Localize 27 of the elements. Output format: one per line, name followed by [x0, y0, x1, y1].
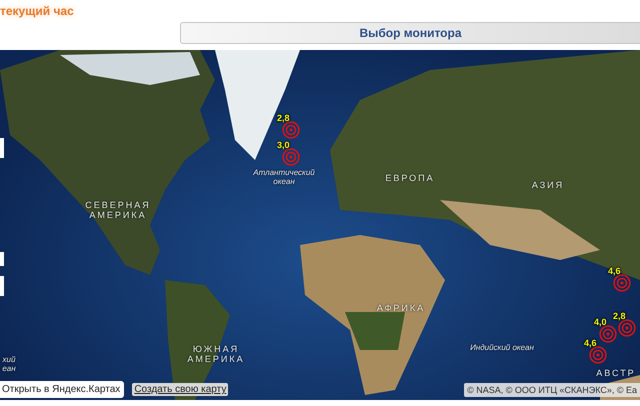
open-in-maps-button[interactable]: Открыть в Яндекс.Картах — [0, 381, 124, 398]
ocean-label: Индийский океан — [469, 343, 535, 352]
earthquake-marker-icon[interactable] — [282, 121, 300, 139]
magnitude-label: 3,0 — [277, 140, 290, 150]
monitor-select-button[interactable]: Выбор монитора — [180, 22, 640, 44]
earthquake-marker-icon[interactable] — [599, 325, 617, 343]
ocean-label: Атлантический океан — [252, 168, 316, 186]
continent-label: АВСТР — [595, 368, 637, 378]
continent-label: АФРИКА — [376, 303, 426, 314]
magnitude-label: 2,8 — [277, 113, 290, 123]
continent-label: АЗИЯ — [530, 180, 566, 190]
magnitude-label: 4,0 — [594, 317, 607, 327]
earthquake-marker-icon[interactable] — [618, 319, 636, 337]
ocean-label: хий еан — [1, 355, 17, 374]
earthquake-marker-icon[interactable] — [613, 274, 631, 292]
magnitude-label: 2,8 — [613, 311, 626, 321]
create-map-link[interactable]: Создать свою карту — [132, 383, 228, 396]
magnitude-label: 4,6 — [608, 266, 621, 276]
earthquake-marker-icon[interactable] — [589, 346, 607, 364]
satellite-map[interactable]: СЕВЕРНАЯ АМЕРИКА Атлантический океан ЕВРОПА АЗИЯ АФРИКА ЮЖНАЯ АМЕРИКА Индийский океан хий еан АВСТР 2,8 3,0 4,6 4,0 2,8 4,6 Открыть в Яндекс.Картах Создать свою карту © NASA, © ООО ИТЦ «СКАНЭКС», © Ea — [0, 50, 640, 400]
continent-label: СЕВЕРНАЯ АМЕРИКА — [84, 200, 152, 221]
magnitude-label: 4,6 — [584, 338, 597, 348]
continent-label: ЮЖНАЯ АМЕРИКА — [186, 344, 246, 365]
continent-label: ЕВРОПА — [384, 173, 436, 184]
earthquake-marker-icon[interactable] — [282, 148, 300, 166]
header-title: текущий час — [0, 4, 74, 18]
copyright-text: © NASA, © ООО ИТЦ «СКАНЭКС», © Ea — [464, 382, 640, 396]
